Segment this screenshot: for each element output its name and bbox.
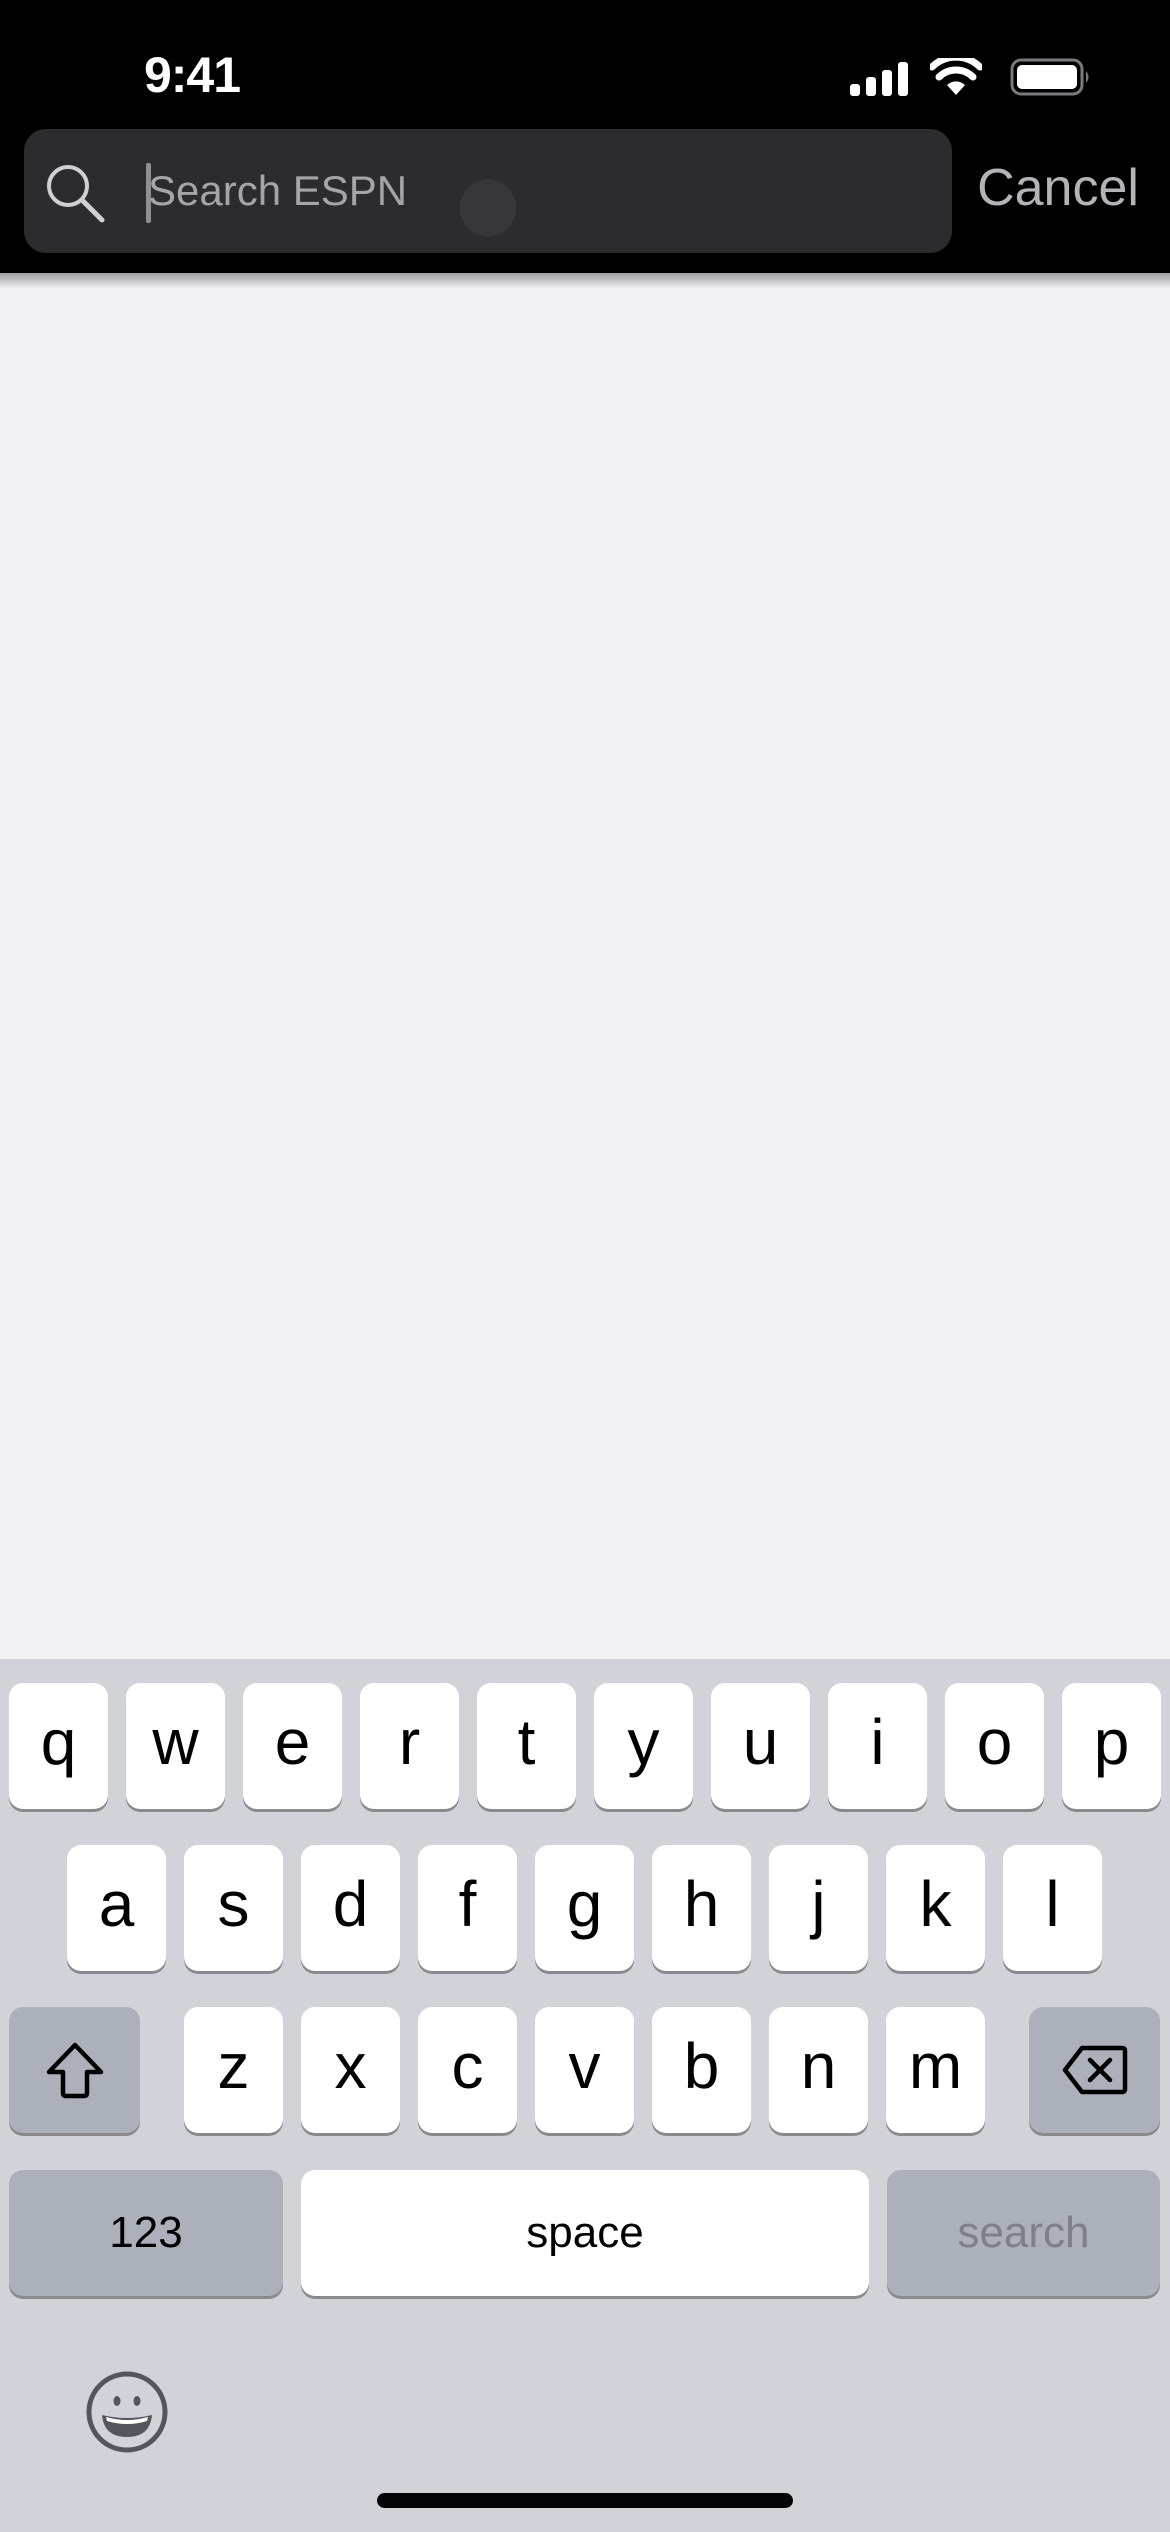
numbers-key[interactable]: 123: [9, 2170, 283, 2296]
emoji-icon: [86, 2371, 168, 2453]
key-k[interactable]: k: [886, 1845, 985, 1971]
header-shadow: [0, 273, 1170, 289]
key-r[interactable]: r: [360, 1683, 459, 1809]
key-label: y: [627, 1706, 660, 1778]
key-t[interactable]: t: [477, 1683, 576, 1809]
key-w[interactable]: w: [126, 1683, 225, 1809]
key-label: k: [919, 1868, 952, 1940]
touch-indicator: [460, 179, 516, 237]
key-label: z: [217, 2030, 250, 2102]
key-label: f: [458, 1868, 477, 1940]
key-g[interactable]: g: [535, 1845, 634, 1971]
key-p[interactable]: p: [1062, 1683, 1161, 1809]
search-return-key-label: search: [957, 2208, 1090, 2257]
search-return-key[interactable]: search: [887, 2170, 1160, 2296]
cancel-button[interactable]: Cancel: [968, 158, 1148, 218]
key-o[interactable]: o: [945, 1683, 1044, 1809]
key-label: i: [870, 1706, 885, 1778]
space-key[interactable]: space: [301, 2170, 869, 2296]
key-label: g: [566, 1868, 603, 1940]
key-a[interactable]: a: [67, 1845, 166, 1971]
status-time: 9:41: [143, 47, 241, 103]
key-z[interactable]: z: [184, 2007, 283, 2133]
key-d[interactable]: d: [301, 1845, 400, 1971]
delete-key[interactable]: [1029, 2007, 1160, 2133]
key-label: h: [683, 1868, 720, 1940]
delete-icon: [1062, 2045, 1127, 2095]
key-v[interactable]: v: [535, 2007, 634, 2133]
key-label: a: [98, 1868, 135, 1940]
key-label: e: [274, 1706, 311, 1778]
key-q[interactable]: q: [9, 1683, 108, 1809]
key-h[interactable]: h: [652, 1845, 751, 1971]
key-c[interactable]: c: [418, 2007, 517, 2133]
key-n[interactable]: n: [769, 2007, 868, 2133]
key-label: u: [742, 1706, 779, 1778]
key-y[interactable]: y: [594, 1683, 693, 1809]
key-u[interactable]: u: [711, 1683, 810, 1809]
key-label: b: [683, 2030, 720, 2102]
key-m[interactable]: m: [886, 2007, 985, 2133]
cellular-signal-icon: [850, 62, 908, 96]
keyboard: q w e r t y u i o p a s d f g h j k l z x c v b nm: [0, 1659, 1170, 2532]
key-label: w: [152, 1706, 199, 1778]
numbers-key-label: 123: [109, 2208, 183, 2257]
key-i[interactable]: i: [828, 1683, 927, 1809]
key-label: s: [217, 1868, 250, 1940]
search-field[interactable]: [24, 129, 952, 253]
key-label: c: [451, 2030, 484, 2102]
key-label: m: [908, 2030, 963, 2102]
emoji-button[interactable]: [84, 2369, 170, 2455]
key-e[interactable]: e: [243, 1683, 342, 1809]
key-label: t: [517, 1706, 536, 1778]
shift-key[interactable]: [9, 2007, 140, 2133]
search-input[interactable]: [146, 153, 906, 229]
key-s[interactable]: s: [184, 1845, 283, 1971]
key-label: p: [1093, 1706, 1130, 1778]
wifi-icon: [930, 58, 982, 95]
key-b[interactable]: b: [652, 2007, 751, 2133]
key-label: j: [811, 1868, 826, 1940]
key-label: q: [40, 1706, 77, 1778]
battery-icon: [1010, 58, 1089, 96]
shift-icon: [46, 2042, 103, 2099]
space-key-label: space: [526, 2208, 644, 2257]
search-results-area: [0, 289, 1170, 1659]
key-label: l: [1045, 1868, 1060, 1940]
search-header: 9:41 Cancel: [0, 0, 1170, 273]
key-label: n: [800, 2030, 837, 2102]
key-label: o: [976, 1706, 1013, 1778]
search-icon: [47, 165, 105, 223]
key-label: d: [332, 1868, 369, 1940]
key-x[interactable]: x: [301, 2007, 400, 2133]
key-label: x: [334, 2030, 367, 2102]
key-l[interactable]: l: [1003, 1845, 1102, 1971]
key-f[interactable]: f: [418, 1845, 517, 1971]
home-indicator: [377, 2493, 793, 2508]
key-label: v: [568, 2030, 601, 2102]
key-label: r: [398, 1706, 421, 1778]
key-j[interactable]: j: [769, 1845, 868, 1971]
